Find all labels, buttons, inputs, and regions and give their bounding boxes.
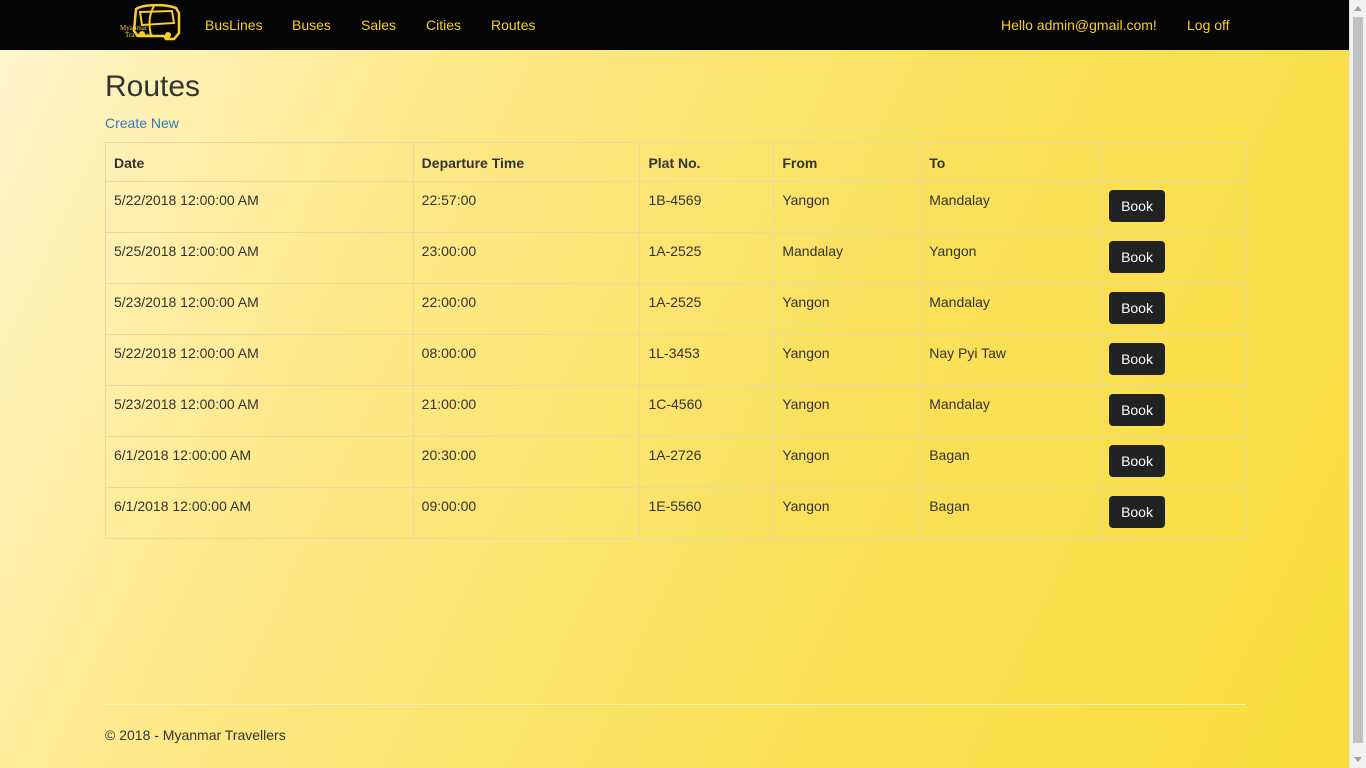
brand-logo[interactable]: Myanmar Travellers [116,3,182,43]
table-row: 6/1/2018 12:00:00 AM 09:00:00 1E-5560 Ya… [105,487,1246,539]
create-new-link[interactable]: Create New [105,115,179,131]
cell-action: Book [1100,487,1246,539]
cell-plat: 1A-2525 [639,283,775,335]
cell-departure: 22:00:00 [412,283,641,335]
header-plat-no: Plat No. [639,142,775,182]
cell-to: Mandalay [920,385,1102,437]
cell-date: 5/25/2018 12:00:00 AM [105,232,414,284]
book-button[interactable]: Book [1109,190,1165,222]
table-row: 5/22/2018 12:00:00 AM 08:00:00 1L-3453 Y… [105,334,1246,386]
cell-from: Yangon [773,181,922,233]
cell-departure: 09:00:00 [412,487,641,539]
bus-logo-icon: Myanmar Travellers [120,3,181,41]
book-button[interactable]: Book [1109,394,1165,426]
header-actions [1100,142,1246,182]
header-from: From [773,142,922,182]
user-greeting-link[interactable]: Hello admin@gmail.com! [1001,17,1157,33]
cell-departure: 22:57:00 [412,181,641,233]
book-button[interactable]: Book [1109,496,1165,528]
cell-plat: 1E-5560 [639,487,775,539]
scroll-down-arrow-icon[interactable] [1354,757,1362,762]
table-header-row: Date Departure Time Plat No. From To [105,142,1246,182]
logoff-link[interactable]: Log off [1187,17,1230,33]
cell-date: 5/23/2018 12:00:00 AM [105,385,414,437]
nav-buslines[interactable]: BusLines [205,17,263,33]
cell-to: Bagan [920,487,1102,539]
nav-routes[interactable]: Routes [491,17,535,33]
header-to: To [920,142,1102,182]
cell-from: Yangon [773,436,922,488]
book-button[interactable]: Book [1109,241,1165,273]
book-button[interactable]: Book [1109,343,1165,375]
cell-plat: 1L-3453 [639,334,775,386]
cell-to: Yangon [920,232,1102,284]
cell-date: 6/1/2018 12:00:00 AM [105,436,414,488]
cell-departure: 21:00:00 [412,385,641,437]
cell-action: Book [1100,181,1246,233]
cell-to: Nay Pyi Taw [920,334,1102,386]
header-date: Date [105,142,414,182]
table-row: 6/1/2018 12:00:00 AM 20:30:00 1A-2726 Ya… [105,436,1246,488]
cell-plat: 1C-4560 [639,385,775,437]
cell-departure: 08:00:00 [412,334,641,386]
top-navbar: Myanmar Travellers BusLines Buses Sales … [0,0,1349,50]
cell-plat: 1A-2525 [639,232,775,284]
nav-sales[interactable]: Sales [361,17,396,33]
cell-action: Book [1100,385,1246,437]
nav-buses[interactable]: Buses [292,17,331,33]
cell-from: Yangon [773,334,922,386]
cell-plat: 1B-4569 [639,181,775,233]
footer-divider [105,704,1246,705]
table-row: 5/23/2018 12:00:00 AM 22:00:00 1A-2525 Y… [105,283,1246,335]
cell-to: Bagan [920,436,1102,488]
table-row: 5/25/2018 12:00:00 AM 23:00:00 1A-2525 M… [105,232,1246,284]
book-button[interactable]: Book [1109,292,1165,324]
vertical-scrollbar[interactable] [1349,0,1366,768]
cell-action: Book [1100,436,1246,488]
table-row: 5/23/2018 12:00:00 AM 21:00:00 1C-4560 Y… [105,385,1246,437]
cell-action: Book [1100,283,1246,335]
cell-from: Yangon [773,487,922,539]
cell-from: Yangon [773,385,922,437]
page-title: Routes [105,70,201,103]
cell-to: Mandalay [920,283,1102,335]
footer-copyright: © 2018 - Myanmar Travellers [105,727,286,743]
cell-departure: 20:30:00 [412,436,641,488]
cell-action: Book [1100,334,1246,386]
cell-from: Mandalay [773,232,922,284]
routes-table: Date Departure Time Plat No. From To 5/2… [105,142,1246,539]
cell-to: Mandalay [920,181,1102,233]
scrollbar-thumb[interactable] [1353,17,1363,743]
table-row: 5/22/2018 12:00:00 AM 22:57:00 1B-4569 Y… [105,181,1246,233]
cell-action: Book [1100,232,1246,284]
scroll-up-arrow-icon[interactable] [1354,6,1362,11]
nav-cities[interactable]: Cities [426,17,461,33]
cell-plat: 1A-2726 [639,436,775,488]
cell-from: Yangon [773,283,922,335]
cell-date: 5/22/2018 12:00:00 AM [105,181,414,233]
cell-date: 5/23/2018 12:00:00 AM [105,283,414,335]
cell-departure: 23:00:00 [412,232,641,284]
book-button[interactable]: Book [1109,445,1165,477]
svg-text:Travellers: Travellers [125,31,153,39]
header-departure-time: Departure Time [412,142,641,182]
cell-date: 5/22/2018 12:00:00 AM [105,334,414,386]
cell-date: 6/1/2018 12:00:00 AM [105,487,414,539]
